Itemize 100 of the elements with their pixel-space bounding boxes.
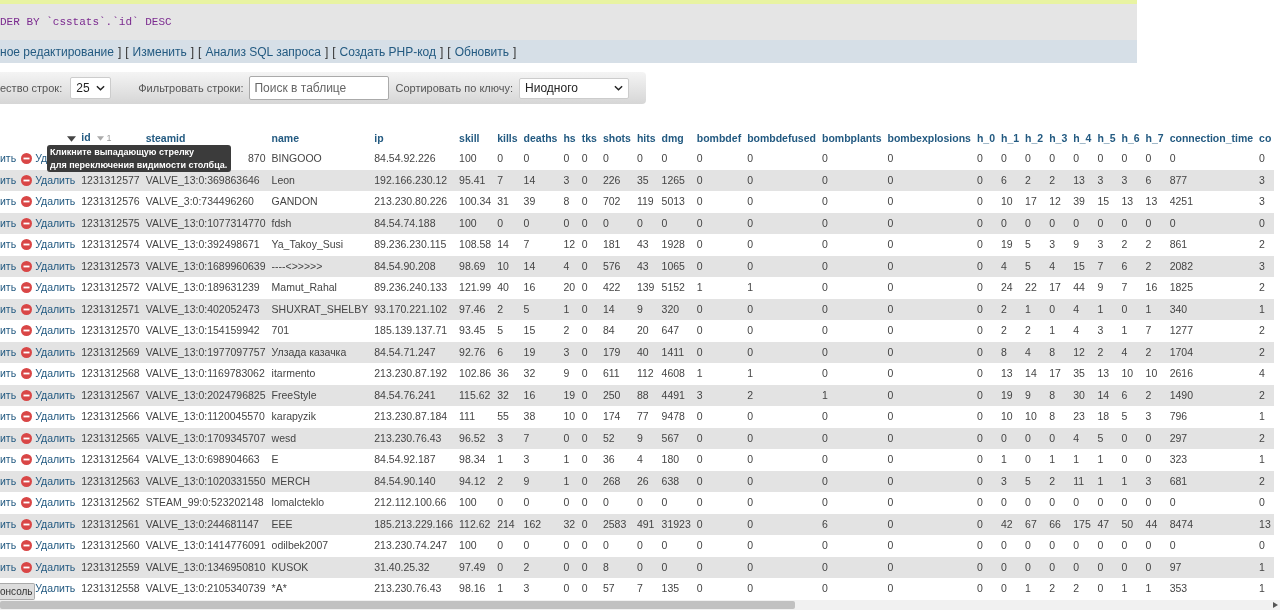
scrollbar-thumb[interactable] [0, 601, 795, 609]
edit-link[interactable]: ить [0, 496, 17, 508]
table-cell: 38 [523, 410, 536, 422]
column-header[interactable]: bombplants [818, 128, 885, 148]
table-cell: 47 [1097, 517, 1110, 530]
column-header[interactable]: bombexplosions [884, 128, 974, 148]
bracket-text: ] [513, 44, 517, 59]
console-button[interactable]: онсоль [0, 583, 35, 600]
column-header[interactable]: shots [599, 128, 634, 148]
table-cell: 5 [523, 302, 530, 315]
table-cell: 4 [1001, 259, 1007, 272]
delete-link[interactable]: Удалить [35, 538, 76, 554]
table-cell: 0 [821, 560, 828, 573]
column-header[interactable]: id 1 [78, 128, 143, 148]
filter-input-field[interactable]: Поиск в таблице [249, 76, 390, 100]
table-cell: 1231312577 [81, 173, 140, 186]
delete-link[interactable]: Удалить [35, 280, 76, 296]
table-cell: 2 [1145, 345, 1152, 358]
table-cell: 4 [1049, 259, 1056, 272]
horizontal-scrollbar[interactable] [0, 600, 1280, 610]
action-link[interactable]: Обновить [454, 44, 509, 59]
table-cell: 0 [1121, 431, 1128, 444]
edit-link[interactable]: ить [0, 281, 17, 293]
edit-link[interactable]: ить [0, 324, 17, 336]
edit-link[interactable]: ить [0, 238, 17, 250]
table-cell: 2 [1121, 238, 1128, 250]
delete-link[interactable]: Удалить [35, 495, 76, 511]
action-link[interactable]: ное редактирование [0, 44, 114, 59]
rows-select[interactable]: 25 [70, 77, 112, 99]
table-cell: 0 [747, 238, 753, 250]
table-cell: 0 [581, 496, 588, 508]
edit-link[interactable]: ить [0, 410, 17, 422]
table-cell: 4251 [1169, 195, 1193, 207]
table-cell: 1231312574 [81, 238, 140, 250]
table-cell: 0 [696, 410, 703, 422]
column-header[interactable]: name [268, 128, 372, 148]
edit-link[interactable]: ить [0, 367, 17, 379]
table-cell: 1231312567 [81, 388, 140, 401]
table-cell: itarmento [271, 367, 316, 379]
column-header[interactable]: deaths [520, 128, 561, 148]
delete-link[interactable]: Удалить [35, 452, 76, 468]
table-cell: 84.54.71.247 [374, 345, 436, 358]
table-cell: 0 [696, 216, 703, 229]
table-cell: 2 [1049, 173, 1056, 186]
table-cell: 6 [497, 345, 503, 358]
column-header[interactable]: steamid [142, 128, 269, 148]
edit-link[interactable]: ить [0, 152, 17, 164]
table-cell: 96.52 [459, 431, 486, 444]
column-header[interactable]: h_4 [1070, 128, 1095, 148]
table-cell: 0 [747, 560, 753, 573]
column-header[interactable]: h_2 [1022, 128, 1047, 148]
table-cell: EEE [271, 517, 293, 530]
table-cell: 0 [821, 324, 828, 336]
column-header[interactable]: h_0 [973, 128, 998, 148]
delete-link[interactable]: Удалить [35, 409, 76, 425]
delete-link[interactable]: Удалить [35, 237, 76, 253]
action-link[interactable]: Изменить [132, 44, 187, 59]
column-header[interactable]: h_5 [1094, 128, 1119, 148]
table-cell: 212.112.100.66 [374, 496, 447, 508]
table-cell: 7 [1121, 281, 1128, 293]
table-cell: 9 [1097, 281, 1104, 293]
table-cell: 0 [1001, 431, 1007, 444]
delete-link[interactable]: Удалить [35, 581, 76, 597]
table-cell: 0 [887, 539, 894, 551]
column-header[interactable]: hs [560, 128, 579, 148]
column-header[interactable]: tks [578, 128, 600, 148]
column-header[interactable]: bombdefused [744, 128, 819, 148]
column-header[interactable]: ip [371, 128, 457, 148]
column-header[interactable]: co [1256, 128, 1275, 148]
table-cell: 2 [1049, 474, 1056, 487]
column-header[interactable]: connection_time [1166, 128, 1257, 148]
table-cell: 213.230.76.43 [374, 582, 442, 594]
action-link[interactable]: Анализ SQL запроса [205, 44, 321, 59]
table-cell: 3 [497, 431, 503, 444]
edit-link[interactable]: ить [0, 539, 17, 551]
column-header[interactable]: skill [456, 128, 495, 148]
delete-link[interactable]: Уд [35, 151, 48, 167]
edit-link[interactable]: ить [0, 453, 17, 465]
table-cell: 0 [821, 345, 828, 358]
delete-link[interactable]: Удалить [35, 323, 76, 339]
table-cell: 31 [497, 195, 509, 207]
column-header[interactable]: h_7 [1142, 128, 1167, 148]
column-header[interactable]: hits [633, 128, 659, 148]
action-link[interactable]: Создать PHP-код [339, 44, 436, 59]
table-cell: 1 [1145, 302, 1152, 315]
column-header[interactable]: kills [494, 128, 521, 148]
column-header[interactable]: h_6 [1118, 128, 1143, 148]
table-cell: 0 [1001, 216, 1007, 229]
column-header[interactable]: bombdef [693, 128, 745, 148]
edit-link[interactable]: ить [0, 195, 17, 207]
sort-key-select[interactable]: Ниодного [519, 77, 630, 99]
delete-link[interactable]: Удалить [35, 194, 76, 210]
column-header[interactable]: h_3 [1046, 128, 1071, 148]
table-cell: 567 [661, 431, 680, 444]
table-cell: 0 [696, 453, 703, 465]
table-cell: 13 [1145, 195, 1158, 207]
column-header[interactable]: h_1 [998, 128, 1023, 148]
table-cell: 3 [1259, 195, 1265, 207]
delete-link[interactable]: Удалить [35, 366, 76, 382]
column-header[interactable]: dmg [658, 128, 694, 148]
